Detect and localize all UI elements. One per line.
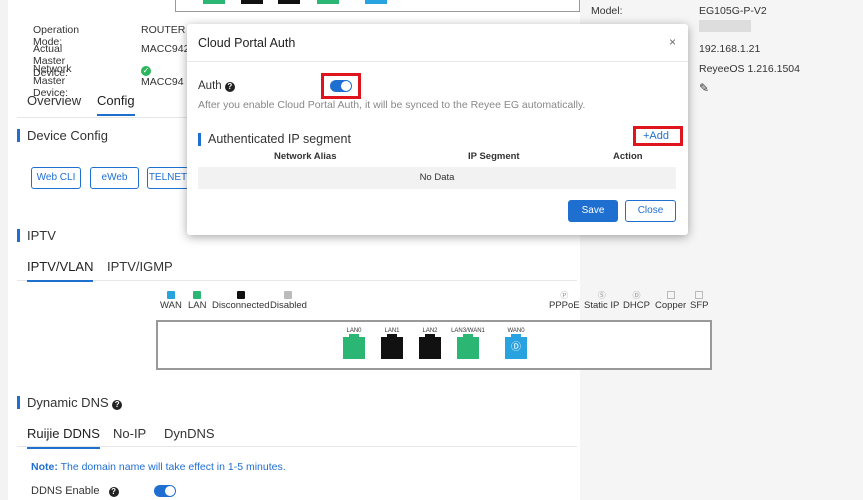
auth-label: Auth ?: [198, 80, 235, 92]
close-button[interactable]: Close: [625, 200, 676, 222]
cloud-portal-auth-dialog: Cloud Portal Auth × Auth ? After you ena…: [187, 24, 688, 235]
table-empty-row: No Data: [198, 167, 676, 189]
auth-label-text: Auth: [198, 80, 222, 92]
table-header: Network Alias IP Segment Action: [198, 149, 676, 167]
column-network-alias: Network Alias: [274, 151, 337, 162]
auth-toggle[interactable]: [330, 80, 352, 92]
column-action: Action: [613, 151, 643, 162]
auth-description: After you enable Cloud Portal Auth, it w…: [198, 99, 586, 111]
add-button[interactable]: +Add: [643, 130, 669, 142]
close-icon[interactable]: ×: [669, 35, 676, 49]
add-highlight: +Add: [633, 126, 683, 146]
modal-header: Cloud Portal Auth ×: [187, 24, 688, 62]
save-button[interactable]: Save: [568, 200, 618, 222]
authenticated-ip-title: Authenticated IP segment: [198, 132, 351, 146]
column-ip-segment: IP Segment: [468, 151, 520, 162]
help-icon[interactable]: ?: [224, 82, 235, 92]
auth-toggle-highlight: [321, 73, 361, 99]
modal-title: Cloud Portal Auth: [198, 36, 296, 50]
